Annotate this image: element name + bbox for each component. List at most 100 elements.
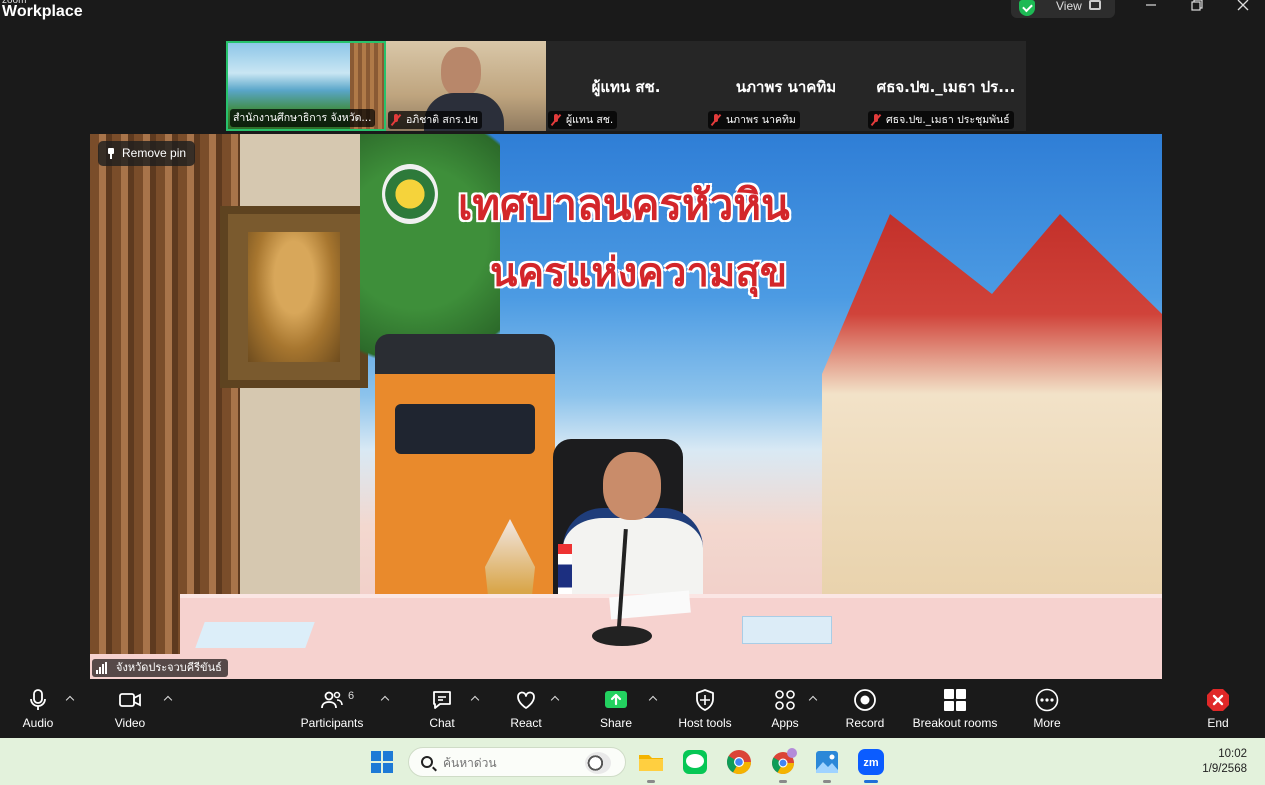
meeting-toolbar: Audio Video 6 Participants Chat React Sh… (0, 679, 1265, 738)
clock-time: 10:02 (1218, 748, 1247, 760)
encryption-shield-icon[interactable] (1019, 0, 1035, 16)
taskbar-search[interactable] (408, 747, 626, 777)
share-label: Share (599, 716, 633, 730)
shield-icon (696, 689, 714, 711)
mic-muted-icon (391, 114, 401, 126)
restore-button[interactable] (1182, 0, 1212, 18)
taskbar-app-chrome-profile[interactable] (767, 746, 799, 783)
video-name-card (742, 616, 832, 644)
react-button[interactable]: React (504, 679, 548, 738)
chrome-profile-icon (772, 748, 797, 774)
mic-muted-icon (551, 114, 561, 126)
taskbar-app-chrome[interactable] (723, 746, 755, 778)
audio-button[interactable]: Audio (14, 679, 62, 738)
participant-tile[interactable]: ผู้แทน สช. ผู้แทน สช. (546, 41, 706, 131)
participant-name-label: นภาพร นาคทิม (708, 111, 800, 129)
end-label: End (1207, 716, 1229, 730)
participant-display-name: นภาพร นาคทิม (735, 78, 837, 96)
participant-tile[interactable]: นภาพร นาคทิม นภาพร นาคทิม (706, 41, 866, 131)
video-label: Video (114, 716, 146, 730)
participant-tile[interactable]: สำนักงานศึกษาธิการ จังหวัด... (226, 41, 386, 131)
taskbar-app-line[interactable] (679, 746, 711, 778)
view-label: View (1056, 0, 1082, 13)
share-screen-icon (605, 691, 627, 708)
taskbar-app-file-explorer[interactable] (635, 746, 667, 783)
remove-pin-button[interactable]: Remove pin (98, 141, 196, 166)
participant-display-name: ผู้แทน สช. (591, 78, 661, 96)
video-options-caret[interactable] (162, 693, 174, 705)
participant-strip: สำนักงานศึกษาธิการ จังหวัด... อภิชาติ สก… (226, 41, 1026, 131)
apps-button[interactable]: Apps (764, 679, 806, 738)
taskbar-app-photos[interactable] (811, 746, 843, 783)
remove-pin-label: Remove pin (122, 146, 187, 160)
heart-icon (517, 691, 535, 709)
municipality-logo (382, 164, 438, 224)
video-document (195, 622, 315, 648)
restore-icon (1191, 0, 1203, 11)
breakout-rooms-label: Breakout rooms (912, 716, 998, 730)
minimize-button[interactable] (1136, 0, 1166, 18)
windows-start-button[interactable] (366, 746, 398, 778)
brand-main: Workplace (2, 3, 83, 20)
participants-label: Participants (300, 716, 364, 730)
host-tools-button[interactable]: Host tools (674, 679, 736, 738)
banner-subtitle: นครแห่งความสุข (490, 250, 788, 296)
apps-options-caret[interactable] (807, 693, 819, 705)
more-label: More (1033, 716, 1061, 730)
line-icon (683, 750, 707, 774)
grid-view-icon (1089, 0, 1101, 10)
participants-count: 6 (348, 690, 355, 702)
speaker-name-label: จังหวัดประจวบคีรีขันธ์ (92, 659, 228, 677)
participant-tile[interactable]: อภิชาติ สกร.ปข (386, 41, 546, 131)
host-tools-label: Host tools (678, 716, 732, 730)
close-window-button[interactable] (1228, 0, 1258, 18)
pinned-video[interactable]: เทศบาลนครหัวหิน นครแห่งความสุข Remove pi… (90, 134, 1162, 679)
title-bar: zoom Workplace View (0, 0, 1265, 26)
taskbar-search-input[interactable] (443, 753, 583, 773)
signal-strength-icon (96, 662, 112, 674)
video-portrait (220, 206, 368, 388)
file-explorer-icon (639, 755, 663, 771)
end-meeting-button[interactable]: End (1198, 679, 1238, 738)
search-icon (421, 756, 433, 768)
participant-name-label: อภิชาติ สกร.ปข (388, 111, 482, 129)
participant-display-name: ศธจ.ปข._เมธา ปร... (876, 78, 1016, 96)
more-button[interactable]: More (1026, 679, 1068, 738)
chat-button[interactable]: Chat (420, 679, 464, 738)
chrome-icon (726, 750, 751, 775)
mic-muted-icon (871, 114, 881, 126)
chat-options-caret[interactable] (469, 693, 481, 705)
search-highlight-icon (585, 752, 611, 774)
participants-icon (321, 691, 343, 709)
banner-title: เทศบาลนครหัวหิน (458, 180, 790, 229)
participants-options-caret[interactable] (379, 693, 391, 705)
view-button[interactable]: View (1011, 0, 1115, 18)
react-options-caret[interactable] (549, 693, 561, 705)
share-button[interactable]: Share (594, 679, 638, 738)
audio-options-caret[interactable] (64, 693, 76, 705)
audio-label: Audio (22, 716, 54, 730)
zoom-icon: zm (858, 749, 884, 775)
system-clock[interactable]: 10:02 1/9/2568 (1202, 747, 1247, 777)
participant-name-label: สำนักงานศึกษาธิการ จังหวัด... (230, 109, 376, 127)
chat-icon (433, 691, 451, 709)
record-icon (854, 689, 876, 711)
video-speaker (563, 452, 713, 618)
participant-name-label: ผู้แทน สช. (548, 111, 618, 129)
participants-button[interactable]: 6 Participants (296, 679, 368, 738)
record-label: Record (845, 716, 885, 730)
share-options-caret[interactable] (647, 693, 659, 705)
breakout-rooms-button[interactable]: Breakout rooms (908, 679, 1002, 738)
mic-muted-icon (711, 114, 721, 126)
windows-start-icon (371, 751, 393, 773)
close-icon (1237, 0, 1249, 11)
video-button[interactable]: Video (106, 679, 154, 738)
minimize-icon (1146, 4, 1156, 6)
participant-name-label: ศธจ.ปข._เมธา ประชุมพันธ์ (868, 111, 1014, 129)
video-camera-icon (119, 693, 141, 707)
participant-tile[interactable]: ศธจ.ปข._เมธา ปร... ศธจ.ปข._เมธา ประชุมพั… (866, 41, 1026, 131)
end-icon (1207, 689, 1229, 711)
record-button[interactable]: Record (842, 679, 888, 738)
breakout-rooms-icon (944, 689, 966, 711)
taskbar-app-zoom[interactable]: zm (855, 746, 887, 783)
